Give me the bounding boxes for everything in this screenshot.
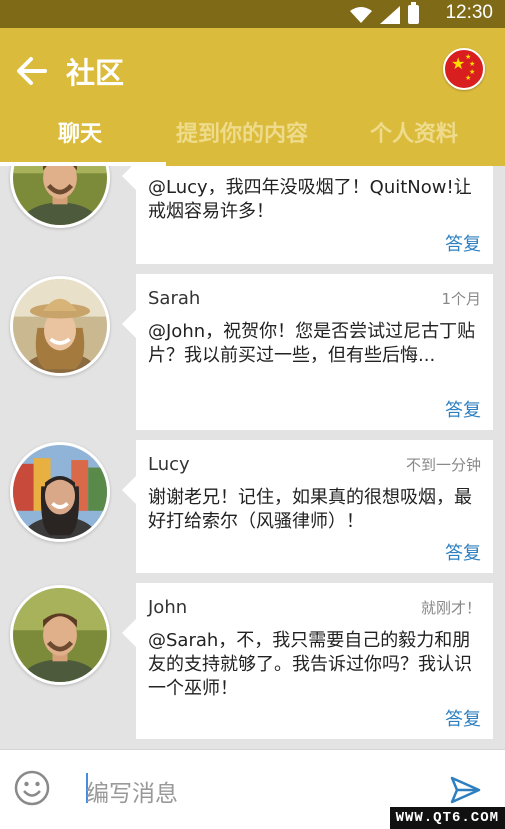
send-icon[interactable] [449,774,481,806]
tab-chat[interactable]: 聊天 [58,116,102,148]
avatar[interactable] [10,442,110,542]
timestamp: 就刚才！ [420,599,481,617]
message-item: John 就刚才！ @Sarah，不，我只需要自己的毅力和朋友的支持就够了。我告… [0,583,505,739]
avatar[interactable] [10,585,110,685]
john-avatar-image [13,166,107,225]
status-bar: 12:30 [0,0,505,28]
reply-link[interactable]: 答复 [445,396,481,422]
message-card: Lucy 不到一分钟 谢谢老兄！记住，如果真的很想吸烟，最好打给索尔（风骚律师）… [122,440,493,573]
clock: 12:30 [445,2,493,23]
signal-icon [380,6,400,24]
message-item: Lucy 不到一分钟 谢谢老兄！记住，如果真的很想吸烟，最好打给索尔（风骚律师）… [0,440,505,573]
message-item: @Lucy，我四年没吸烟了！QuitNow!让戒烟容易许多！ 答复 [0,166,505,264]
author-name[interactable]: John [148,597,187,618]
john-avatar-image [13,588,107,682]
message-text: @Sarah，不，我只需要自己的毅力和朋友的支持就够了。我告诉过你吗？我认识一个… [148,630,472,699]
timestamp: 不到一分钟 [405,456,481,474]
author-name[interactable]: Lucy [148,454,190,475]
wifi-icon [350,7,372,23]
avatar[interactable] [10,166,110,228]
message-text: 谢谢老兄！记住，如果真的很想吸烟，最好打给索尔（风骚律师）！ [148,487,472,532]
sarah-avatar-image [13,279,107,373]
china-flag-icon[interactable]: ★ ★ ★ ★ ★ [443,48,485,90]
app-bar: 社区 ★ ★ ★ ★ ★ 聊天 提到你的内容 个人资料 [0,28,505,166]
reply-link[interactable]: 答复 [445,705,481,731]
emoji-icon[interactable] [14,770,50,806]
message-text: @John，祝贺你！您是否尝试过尼古丁贴片？我以前买过一些，但有些后悔... [148,321,476,366]
message-card: Sarah 1个月 @John，祝贺你！您是否尝试过尼古丁贴片？我以前买过一些，… [122,274,493,430]
message-card: John 就刚才！ @Sarah，不，我只需要自己的毅力和朋友的支持就够了。我告… [122,583,493,739]
message-item: Sarah 1个月 @John，祝贺你！您是否尝试过尼古丁贴片？我以前买过一些，… [0,274,505,430]
message-card: @Lucy，我四年没吸烟了！QuitNow!让戒烟容易许多！ 答复 [122,166,493,264]
page-title: 社区 [66,56,125,90]
battery-icon [408,2,419,24]
chat-feed[interactable]: @Lucy，我四年没吸烟了！QuitNow!让戒烟容易许多！ 答复 Sarah … [0,166,505,749]
reply-link[interactable]: 答复 [445,230,481,256]
message-input[interactable]: 编写消息 [86,774,178,808]
tab-bar: 聊天 提到你的内容 个人资料 [0,110,505,166]
avatar[interactable] [10,276,110,376]
tab-mentions[interactable]: 提到你的内容 [176,116,308,148]
arrow-left-icon[interactable] [16,56,48,86]
message-text: @Lucy，我四年没吸烟了！QuitNow!让戒烟容易许多！ [148,177,472,222]
lucy-avatar-image [13,445,107,539]
author-name[interactable]: Sarah [148,288,200,309]
timestamp: 1个月 [441,290,481,308]
watermark: WWW.QT6.COM [389,807,505,829]
tab-profile[interactable]: 个人资料 [370,116,458,148]
reply-link[interactable]: 答复 [445,539,481,565]
